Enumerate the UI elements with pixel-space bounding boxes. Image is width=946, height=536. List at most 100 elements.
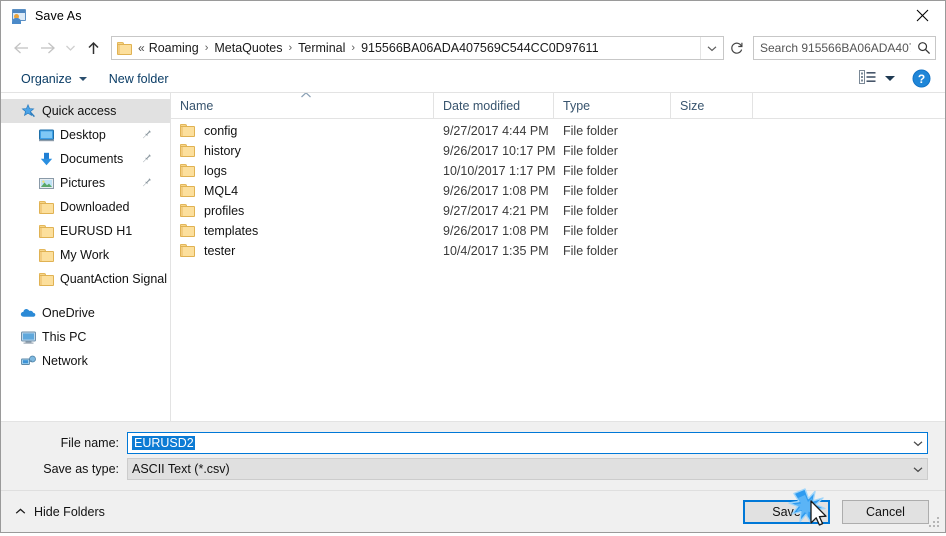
breadcrumb-item-0[interactable]: Roaming [147, 41, 201, 55]
folder-icon [180, 184, 197, 198]
table-row[interactable]: history 9/26/2017 10:17 PM File folder [171, 141, 945, 161]
navigation-bar: « Roaming › MetaQuotes › Terminal › 9155… [1, 31, 945, 65]
file-name-cell: logs [171, 164, 434, 178]
file-name-row: File name: EURUSD2 [1, 432, 945, 454]
sidebar-item-quantaction-signal[interactable]: QuantAction Signal [1, 267, 170, 291]
sidebar-item-desktop[interactable]: Desktop [1, 123, 170, 147]
save-as-dialog: Save As « Roaming › MetaQuotes › Termina… [0, 0, 946, 533]
breadcrumb-item-1[interactable]: MetaQuotes [212, 41, 284, 55]
file-type-cell: File folder [563, 144, 618, 158]
column-header-label: Name [180, 98, 214, 113]
cancel-button-label: Cancel [866, 504, 905, 519]
table-row[interactable]: logs 10/10/2017 1:17 PM File folder [171, 161, 945, 181]
search-input[interactable] [754, 41, 913, 55]
refresh-icon[interactable] [725, 36, 749, 60]
file-rows: config 9/27/2017 4:44 PM File folder his… [171, 119, 945, 421]
command-bar: Organize New folder ? [1, 65, 945, 93]
sidebar-item-downloaded[interactable]: Downloaded [1, 195, 170, 219]
save-as-type-combobox[interactable]: ASCII Text (*.csv) [127, 458, 928, 480]
svg-text:?: ? [917, 72, 924, 86]
save-button[interactable]: Save [743, 499, 830, 524]
chevron-down-icon[interactable] [909, 433, 927, 453]
file-date-cell: 10/10/2017 1:17 PM [443, 164, 556, 178]
resize-grip[interactable] [929, 517, 941, 529]
breadcrumb-item-2[interactable]: Terminal [296, 41, 347, 55]
file-name-label: File name: [60, 436, 119, 450]
up-arrow-icon[interactable] [80, 35, 106, 61]
folder-icon [117, 41, 133, 55]
sidebar-item-pictures[interactable]: Pictures [1, 171, 170, 195]
sidebar-item-my-work[interactable]: My Work [1, 243, 170, 267]
column-header-date-modified[interactable]: Date modified [434, 93, 554, 118]
file-name-cell: tester [171, 244, 434, 258]
file-date-cell: 9/27/2017 4:44 PM [443, 124, 549, 138]
new-folder-label: New folder [108, 71, 169, 86]
title-bar: Save As [1, 1, 945, 31]
table-row[interactable]: tester 10/4/2017 1:35 PM File folder [171, 241, 945, 261]
file-name-combobox[interactable]: EURUSD2 [127, 432, 928, 454]
table-row[interactable]: profiles 9/27/2017 4:21 PM File folder [171, 201, 945, 221]
folder-icon [37, 199, 55, 215]
file-type-cell: File folder [563, 124, 618, 138]
column-header-row: Name Date modified Type Size [171, 93, 945, 119]
this-pc-icon [19, 329, 37, 345]
table-row[interactable]: templates 9/26/2017 1:08 PM File folder [171, 221, 945, 241]
breadcrumb-item-3[interactable]: 915566BA06ADA407569C544CC0D97611 [359, 41, 600, 55]
help-icon[interactable]: ? [911, 69, 931, 89]
hide-folders-toggle[interactable]: Hide Folders [15, 505, 105, 519]
folder-icon [37, 271, 55, 287]
save-as-type-label: Save as type: [43, 462, 119, 476]
pin-icon[interactable] [141, 152, 152, 166]
file-type-row: Save as type: ASCII Text (*.csv) [1, 458, 945, 480]
column-header-type[interactable]: Type [554, 93, 671, 118]
new-folder-button[interactable]: New folder [103, 70, 175, 88]
file-name-label: profiles [204, 204, 245, 218]
column-header-name[interactable]: Name [171, 93, 434, 118]
close-icon[interactable] [899, 1, 945, 30]
table-row[interactable]: config 9/27/2017 4:44 PM File folder [171, 121, 945, 141]
file-date-cell: 9/27/2017 4:21 PM [443, 204, 549, 218]
sidebar-item-documents[interactable]: Documents [1, 147, 170, 171]
documents-icon [37, 151, 55, 167]
sidebar-item-label: Quick access [42, 104, 117, 118]
folder-icon [180, 124, 197, 138]
breadcrumb-sep: › [204, 41, 209, 54]
network-icon [19, 353, 37, 369]
table-row[interactable]: MQL4 9/26/2017 1:08 PM File folder [171, 181, 945, 201]
sidebar-item-network[interactable]: Network [1, 349, 170, 373]
folder-icon [180, 204, 197, 218]
file-list-area: Name Date modified Type Size config 9/27… [171, 93, 945, 421]
chevron-down-icon[interactable] [700, 37, 723, 59]
sidebar-item-label: This PC [42, 330, 87, 344]
recent-locations-chevron-icon[interactable] [60, 35, 80, 61]
sidebar-item-onedrive[interactable]: OneDrive [1, 301, 170, 325]
sidebar-item-this-pc[interactable]: This PC [1, 325, 170, 349]
file-type-cell: File folder [563, 224, 618, 238]
file-type-cell: File folder [563, 164, 618, 178]
sidebar-item-label: Pictures [60, 176, 106, 190]
file-name-input[interactable]: EURUSD2 [128, 436, 909, 450]
file-name-label: logs [204, 164, 227, 178]
chevron-down-icon [885, 76, 895, 81]
forward-arrow-icon[interactable] [34, 35, 60, 61]
organize-button[interactable]: Organize [15, 70, 93, 88]
breadcrumb: « Roaming › MetaQuotes › Terminal › 9155… [138, 41, 700, 55]
chevron-down-icon[interactable] [909, 459, 927, 479]
view-layout-button[interactable] [855, 68, 899, 89]
search-box[interactable] [753, 36, 936, 60]
address-bar[interactable]: « Roaming › MetaQuotes › Terminal › 9155… [111, 36, 724, 60]
search-icon[interactable] [913, 41, 935, 55]
column-header-size[interactable]: Size [671, 93, 753, 118]
cancel-button[interactable]: Cancel [842, 499, 929, 524]
pin-icon[interactable] [141, 176, 152, 190]
navigation-sidebar: Quick access Desktop Documents Pictures … [1, 93, 171, 421]
breadcrumb-lead: « [138, 41, 145, 55]
chevron-down-icon [78, 76, 87, 81]
back-arrow-icon[interactable] [8, 35, 34, 61]
pin-icon[interactable] [141, 128, 152, 142]
folder-icon [180, 164, 197, 178]
sidebar-item-label: OneDrive [42, 306, 95, 320]
sidebar-item-eurusd-h1[interactable]: EURUSD H1 [1, 219, 170, 243]
sidebar-item-quick-access[interactable]: Quick access [1, 99, 170, 123]
sidebar-item-label: Documents [60, 152, 124, 166]
